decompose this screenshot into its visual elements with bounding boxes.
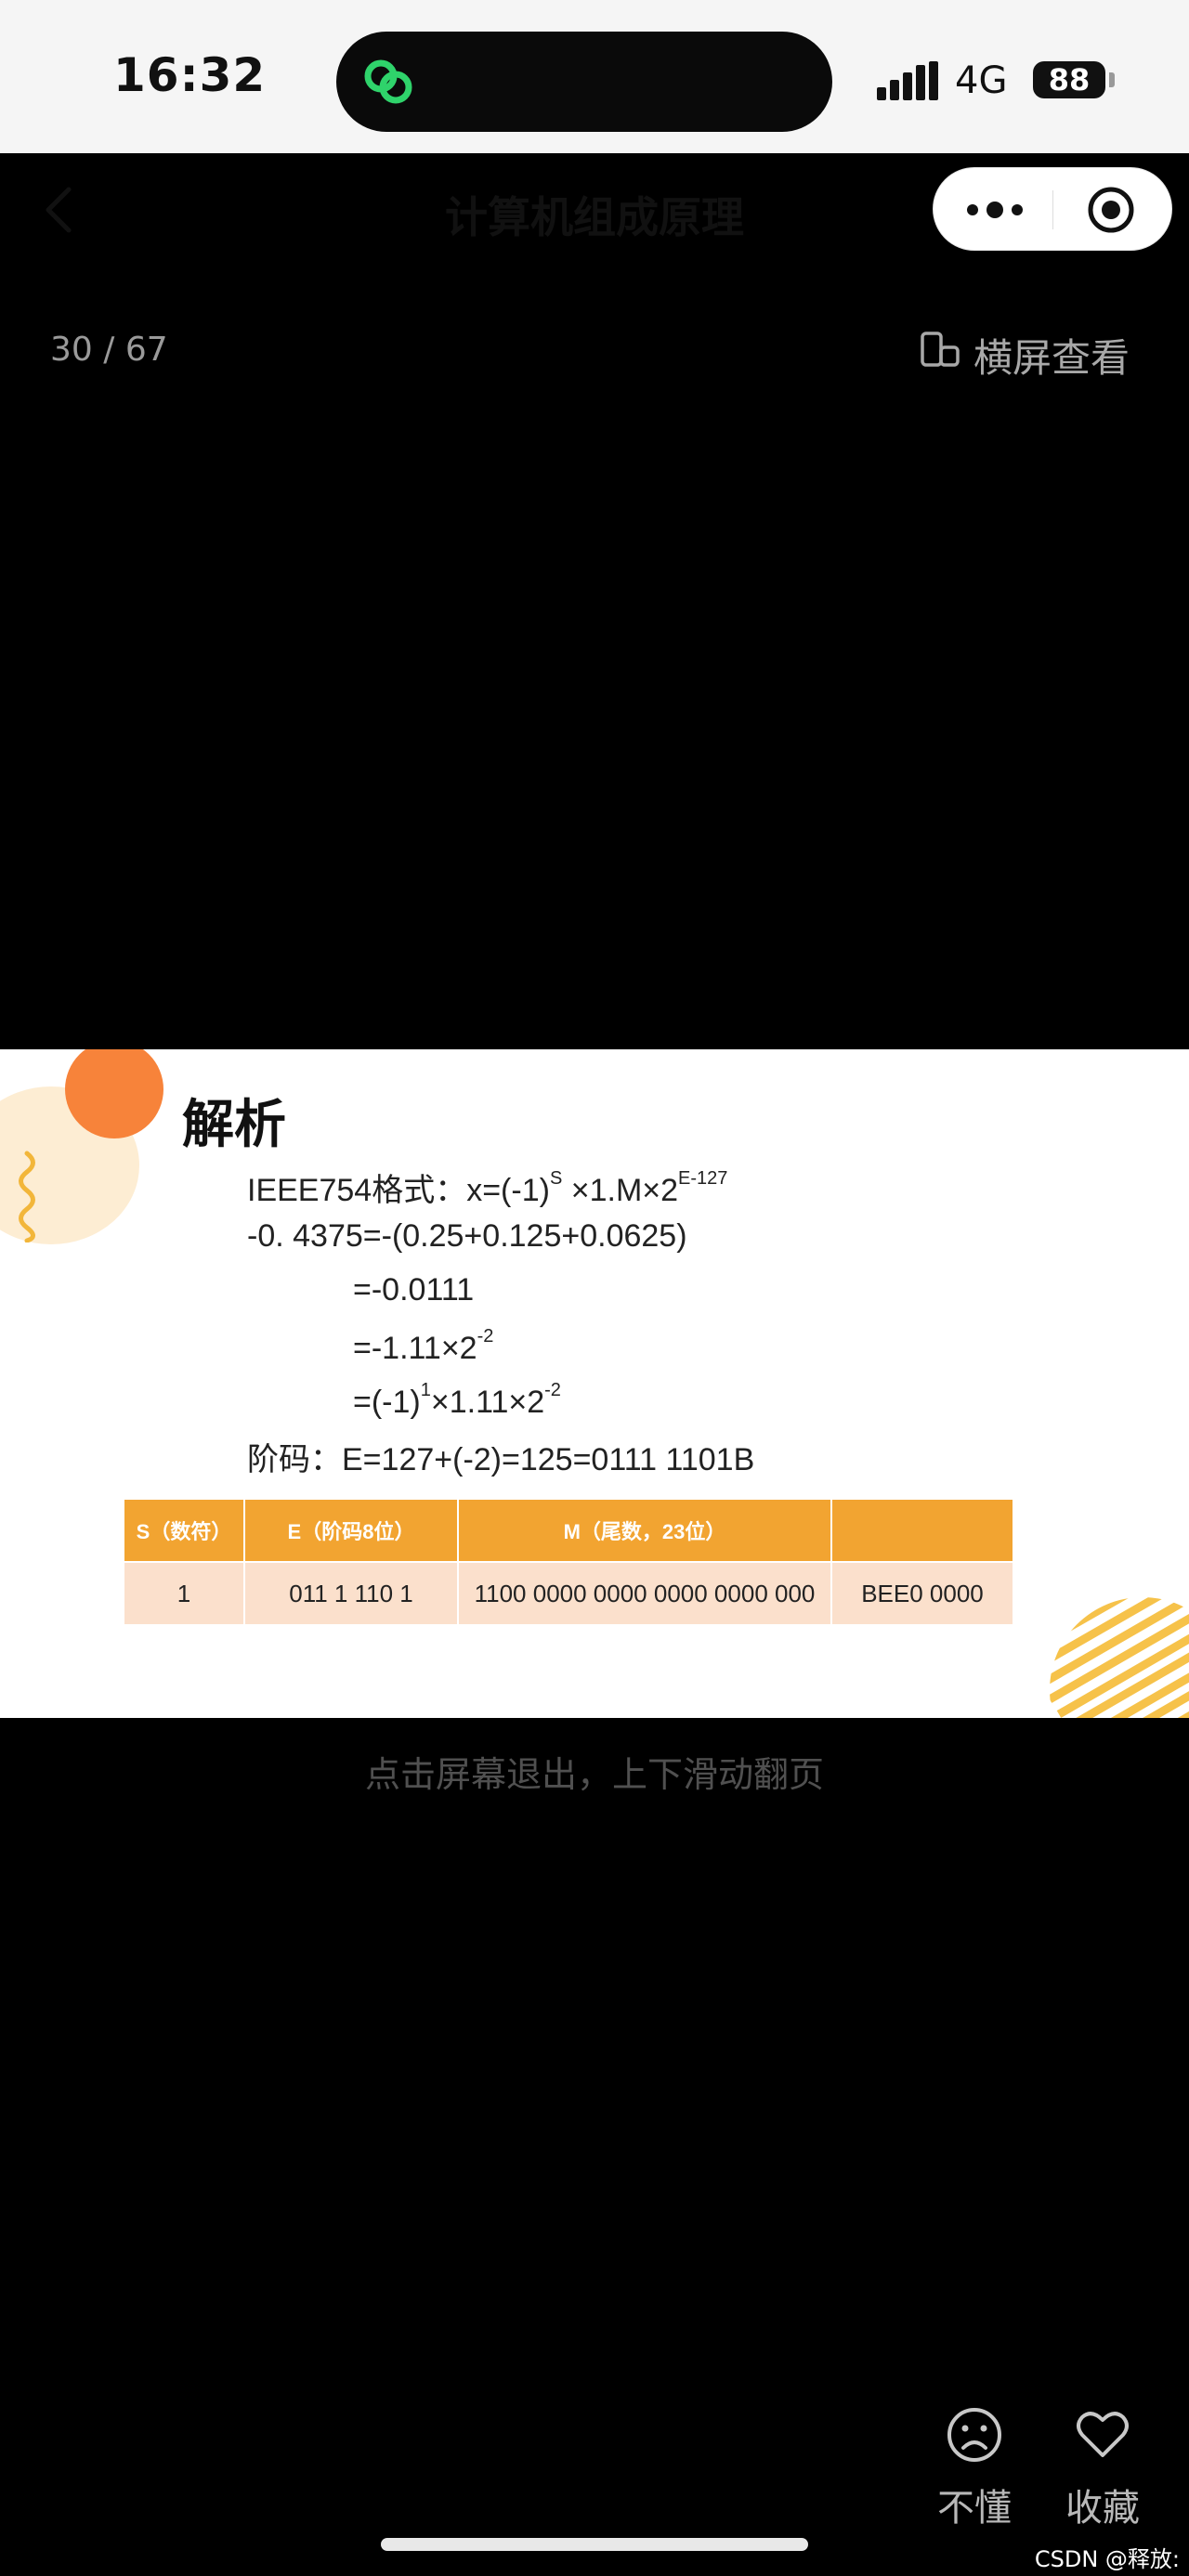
heart-icon xyxy=(1077,2412,1129,2457)
table-header-cell xyxy=(831,1500,1013,1562)
formula-sup: -2 xyxy=(477,1326,494,1347)
decor-orange-circle xyxy=(65,1049,163,1138)
table-header-cell: M（尾数，23位） xyxy=(458,1500,832,1562)
favorite-label: 收藏 xyxy=(1065,2487,1140,2530)
formula-binary: =-0.0111 xyxy=(353,1272,475,1308)
capsule-divider xyxy=(1052,190,1053,229)
signal-icon xyxy=(877,61,938,100)
battery-icon: 88 xyxy=(1033,61,1105,98)
exit-hint: 点击屏幕退出，上下滑动翻页 xyxy=(364,1754,824,1795)
more-dots-icon[interactable] xyxy=(961,192,1028,228)
network-type: 4G xyxy=(955,59,1008,102)
table-cell: 011 1 110 1 xyxy=(244,1561,459,1624)
formula-text: ×1.11×2 xyxy=(430,1385,545,1420)
status-bar: 16:32 4G 88 计算机组成原理 xyxy=(0,0,1189,251)
decor-stripes xyxy=(1050,1597,1189,1718)
status-time: 16:32 xyxy=(113,48,267,102)
formula-signed: =(-1)1×1.11×2-2 xyxy=(353,1380,561,1421)
rotate-phone-icon xyxy=(921,332,960,367)
table-cell: 1 xyxy=(124,1561,245,1624)
target-circle-icon[interactable] xyxy=(1086,185,1136,235)
formula-decomposition: -0. 4375=-(0.25+0.125+0.0625) xyxy=(247,1218,687,1254)
watermark: CSDN @释放: xyxy=(1034,2546,1180,2572)
table-cell: BEE0 0000 xyxy=(831,1561,1013,1624)
battery-cap xyxy=(1109,72,1115,87)
formula-ieee754: IEEE754格式：x=(-1)S ×1.M×2E-127 xyxy=(247,1164,727,1210)
formula-sup: 1 xyxy=(420,1380,431,1400)
page-counter: 30 / 67 xyxy=(50,331,168,369)
decor-squiggle xyxy=(19,1151,35,1242)
slide-image[interactable]: 解析 IEEE754格式：x=(-1)S ×1.M×2E-127 -0. 437… xyxy=(0,1049,1189,1718)
dynamic-island xyxy=(336,32,832,132)
mini-program-capsule xyxy=(933,167,1172,251)
ieee754-table: S（数符） E（阶码8位） M（尾数，23位） 1 011 1 110 1 11… xyxy=(124,1500,1013,1624)
mini-program-link-icon xyxy=(364,59,412,104)
page-title: 计算机组成原理 xyxy=(445,192,744,242)
slide-heading: 解析 xyxy=(182,1095,286,1155)
dont-understand-button[interactable]: 不懂 xyxy=(923,2405,1026,2531)
table-header-cell: E（阶码8位） xyxy=(244,1500,459,1562)
sad-face-icon xyxy=(947,2408,1001,2462)
table-cell: 1100 0000 0000 0000 0000 000 xyxy=(458,1561,832,1624)
dont-understand-label: 不懂 xyxy=(937,2487,1012,2530)
formula-text: =(-1) xyxy=(353,1385,421,1420)
formula-sup: S xyxy=(549,1168,563,1189)
table-header-row: S（数符） E（阶码8位） M（尾数，23位） xyxy=(124,1500,1013,1562)
table-row: 1 011 1 110 1 1100 0000 0000 0000 0000 0… xyxy=(124,1561,1013,1624)
back-button[interactable] xyxy=(37,182,84,238)
formula-text: IEEE754格式：x=(-1) xyxy=(247,1173,550,1208)
formula-exponent: 阶码：E=127+(-2)=125=0111 1101B xyxy=(247,1442,755,1477)
formula-sup: E-127 xyxy=(678,1168,728,1189)
table-header-cell: S（数符） xyxy=(124,1500,245,1562)
formula-sup: -2 xyxy=(544,1380,561,1400)
landscape-view-label: 横屏查看 xyxy=(973,335,1130,381)
home-indicator[interactable] xyxy=(381,2538,808,2551)
formula-text: ×1.M×2 xyxy=(562,1173,679,1208)
formula-text: =-1.11×2 xyxy=(353,1331,477,1366)
formula-normalized: =-1.11×2-2 xyxy=(353,1326,493,1367)
favorite-button[interactable]: 收藏 xyxy=(1052,2405,1154,2531)
